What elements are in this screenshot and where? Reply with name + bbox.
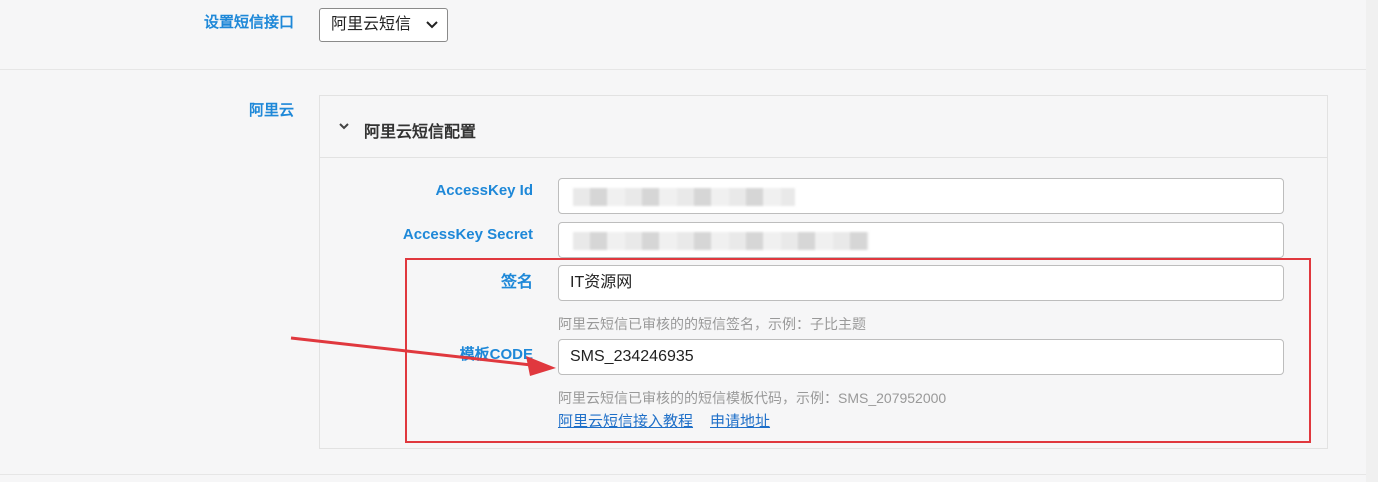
aliyun-section-label: 阿里云 [248,102,294,119]
panel-title: 阿里云短信配置 [364,124,477,141]
bottom-divider [0,474,1366,475]
access-key-secret-label: AccessKey Secret [402,226,533,243]
sms-interface-selected-value: 阿里云短信 [331,16,412,33]
section-divider [0,69,1366,70]
chevron-down-icon [426,21,438,29]
access-key-secret-input[interactable] [558,222,1284,258]
access-key-id-label: AccessKey Id [435,182,533,199]
vertical-scrollbar[interactable] [1366,0,1378,482]
panel-header[interactable]: 阿里云短信配置 [320,96,1327,158]
access-key-id-input[interactable] [558,178,1284,214]
redacted-value [573,188,795,206]
redacted-value [573,232,869,250]
highlight-box [405,258,1311,443]
sms-interface-label: 设置短信接口 [203,14,294,31]
sms-interface-select[interactable]: 阿里云短信 [319,8,448,42]
chevron-down-icon [339,123,349,130]
